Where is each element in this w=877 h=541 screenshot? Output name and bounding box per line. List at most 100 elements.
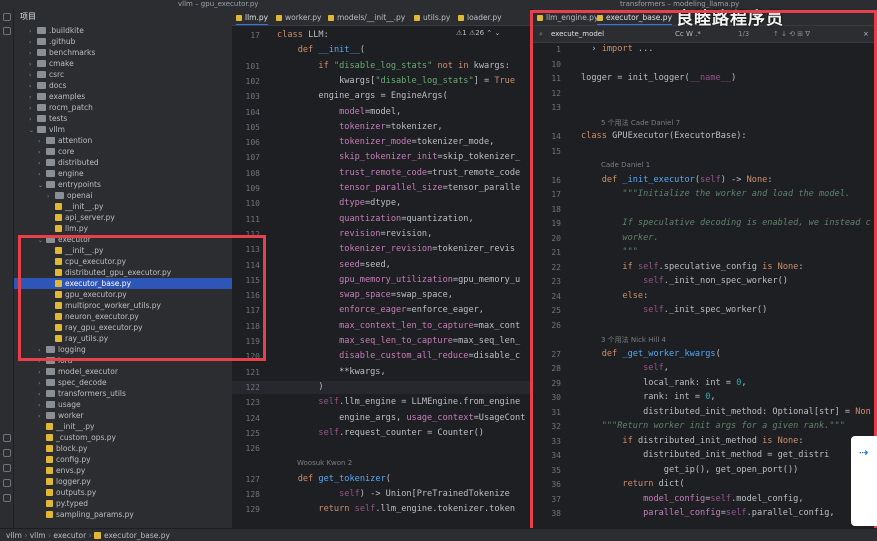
tree-folder[interactable]: › .buildkite (14, 25, 232, 36)
tree-file[interactable]: outputs.py (14, 487, 232, 498)
tree-folder[interactable]: › tests (14, 113, 232, 124)
code-line[interactable]: quantization=quantization, (277, 214, 474, 224)
line-number: 101 (245, 61, 260, 71)
line-number: 111 (245, 214, 260, 224)
editor-tab-label: models/__init__.py (337, 13, 406, 22)
code-line[interactable]: max_seq_len_to_capture=max_seq_len_ (277, 336, 520, 346)
code-line[interactable]: tensor_parallel_size=tensor_paralle (277, 183, 520, 193)
tree-file[interactable]: _custom_ops.py (14, 432, 232, 443)
tree-folder[interactable]: › benchmarks (14, 47, 232, 58)
code-line[interactable]: swap_space=swap_space, (277, 290, 453, 300)
tree-folder[interactable]: › rocm_patch (14, 102, 232, 113)
git-tool-icon[interactable] (3, 494, 11, 502)
tree-folder[interactable]: › model_executor (14, 366, 232, 377)
code-line[interactable]: if "disable_log_stats" not in kwargs: (277, 61, 510, 71)
python-file-icon (328, 15, 334, 21)
folder-icon (37, 71, 46, 78)
tree-folder[interactable]: › distributed (14, 157, 232, 168)
tree-folder[interactable]: › core (14, 146, 232, 157)
tree-file[interactable]: sampling_params.py (14, 509, 232, 520)
code-line[interactable]: self.request_counter = Counter() (277, 428, 484, 438)
tree-file[interactable]: llm.py (14, 223, 232, 234)
code-line[interactable]: class LLM: (277, 30, 329, 40)
tree-folder[interactable]: › openai (14, 190, 232, 201)
python-file-icon (46, 423, 53, 430)
tree-folder[interactable]: ⌄ vllm (14, 124, 232, 135)
tree-file[interactable]: block.py (14, 443, 232, 454)
editor-left-tabs: llm.py worker.py models/__init__.py utils.p… (232, 9, 530, 26)
tree-label: block.py (56, 444, 88, 453)
tree-folder[interactable]: ⌄ entrypoints (14, 179, 232, 190)
editor-tab[interactable]: llm.py (236, 9, 269, 25)
translate-icon[interactable]: ⇢ (859, 446, 868, 459)
tree-file[interactable]: api_server.py (14, 212, 232, 223)
code-line[interactable]: seed=seed, (277, 260, 391, 270)
code-line[interactable]: model=model, (277, 107, 401, 117)
tree-folder[interactable]: › attention (14, 135, 232, 146)
code-line[interactable]: revision=revision, (277, 229, 432, 239)
breadcrumb-item[interactable]: vllm (6, 531, 22, 540)
tree-file[interactable]: config.py (14, 454, 232, 465)
tree-folder[interactable]: › cmake (14, 58, 232, 69)
code-line[interactable]: kwargs["disable_log_stats"] = True (277, 76, 515, 86)
breadcrumb-item[interactable]: executor (53, 531, 86, 540)
tree-folder[interactable]: › engine (14, 168, 232, 179)
editor-tab[interactable]: utils.py (414, 9, 450, 25)
code-line[interactable]: disable_custom_all_reduce=disable_c (277, 351, 520, 361)
floating-translate-widget[interactable]: ⇢ (851, 436, 877, 526)
tree-file[interactable]: __init__.py (14, 421, 232, 432)
tree-folder[interactable]: › csrc (14, 69, 232, 80)
code-line[interactable]: def __init__( (277, 45, 365, 55)
code-line[interactable]: return self.llm_engine.tokenizer.token (277, 504, 515, 514)
terminal-tool-icon[interactable] (3, 464, 11, 472)
tree-folder[interactable]: › usage (14, 399, 232, 410)
run-tool-icon[interactable] (3, 434, 11, 442)
tree-folder[interactable]: › docs (14, 80, 232, 91)
tree-label: envs.py (56, 466, 86, 475)
python-file-icon (46, 434, 53, 441)
code-line[interactable]: engine_args, usage_context=UsageCont (277, 413, 525, 423)
project-panel-header[interactable]: 项目 (14, 9, 232, 25)
problems-tool-icon[interactable] (3, 479, 11, 487)
code-line[interactable]: self.llm_engine = LLMEngine.from_engine (277, 397, 520, 407)
tree-label: distributed (58, 158, 99, 167)
code-line[interactable]: engine_args = EngineArgs( (277, 91, 447, 101)
code-vision-hint[interactable]: Woosuk Kwon 2 (297, 459, 352, 467)
tree-folder[interactable]: › worker (14, 410, 232, 421)
code-line[interactable]: ) (277, 382, 323, 392)
breadcrumb-item[interactable]: vllm (30, 531, 46, 540)
tree-file[interactable]: envs.py (14, 465, 232, 476)
code-line[interactable]: def get_tokenizer( (277, 474, 391, 484)
line-number: 128 (245, 490, 260, 499)
code-line[interactable]: dtype=dtype, (277, 198, 401, 208)
code-line[interactable]: skip_tokenizer_init=skip_tokenizer_ (277, 152, 520, 162)
code-line[interactable]: tokenizer_revision=tokenizer_revis (277, 244, 515, 254)
tree-folder[interactable]: › examples (14, 91, 232, 102)
code-line[interactable]: trust_remote_code=trust_remote_code (277, 168, 520, 178)
code-line[interactable]: self) -> Union[PreTrainedTokenize (277, 489, 510, 499)
tree-folder[interactable]: › transformers_utils (14, 388, 232, 399)
python-file-icon (55, 214, 62, 221)
project-tool-icon[interactable] (3, 13, 11, 21)
inspection-status[interactable]: ⚠1 ⚠26 ⌃ ⌄ (456, 29, 500, 37)
folder-icon (46, 148, 55, 155)
code-line[interactable]: enforce_eager=enforce_eager, (277, 305, 484, 315)
code-line[interactable]: **kwargs, (277, 367, 386, 377)
code-line[interactable]: tokenizer=tokenizer, (277, 122, 443, 132)
folder-icon (46, 181, 55, 188)
tree-folder[interactable]: › .github (14, 36, 232, 47)
services-tool-icon[interactable] (3, 449, 11, 457)
editor-tab[interactable]: loader.py (458, 9, 502, 25)
ide-window: vllm – gpu_executor.py transformers – mo… (0, 0, 877, 541)
editor-tab[interactable]: worker.py (276, 9, 321, 25)
breadcrumb-item[interactable]: executor_base.py (104, 531, 170, 540)
commit-tool-icon[interactable] (3, 27, 11, 35)
tree-folder[interactable]: › spec_decode (14, 377, 232, 388)
tree-file[interactable]: __init__.py (14, 201, 232, 212)
code-line[interactable]: max_context_len_to_capture=max_cont (277, 321, 520, 331)
tree-file[interactable]: py.typed (14, 498, 232, 509)
code-line[interactable]: tokenizer_mode=tokenizer_mode, (277, 137, 494, 147)
code-line[interactable]: gpu_memory_utilization=gpu_memory_u (277, 275, 520, 285)
editor-tab[interactable]: models/__init__.py (328, 9, 406, 25)
tree-file[interactable]: logger.py (14, 476, 232, 487)
